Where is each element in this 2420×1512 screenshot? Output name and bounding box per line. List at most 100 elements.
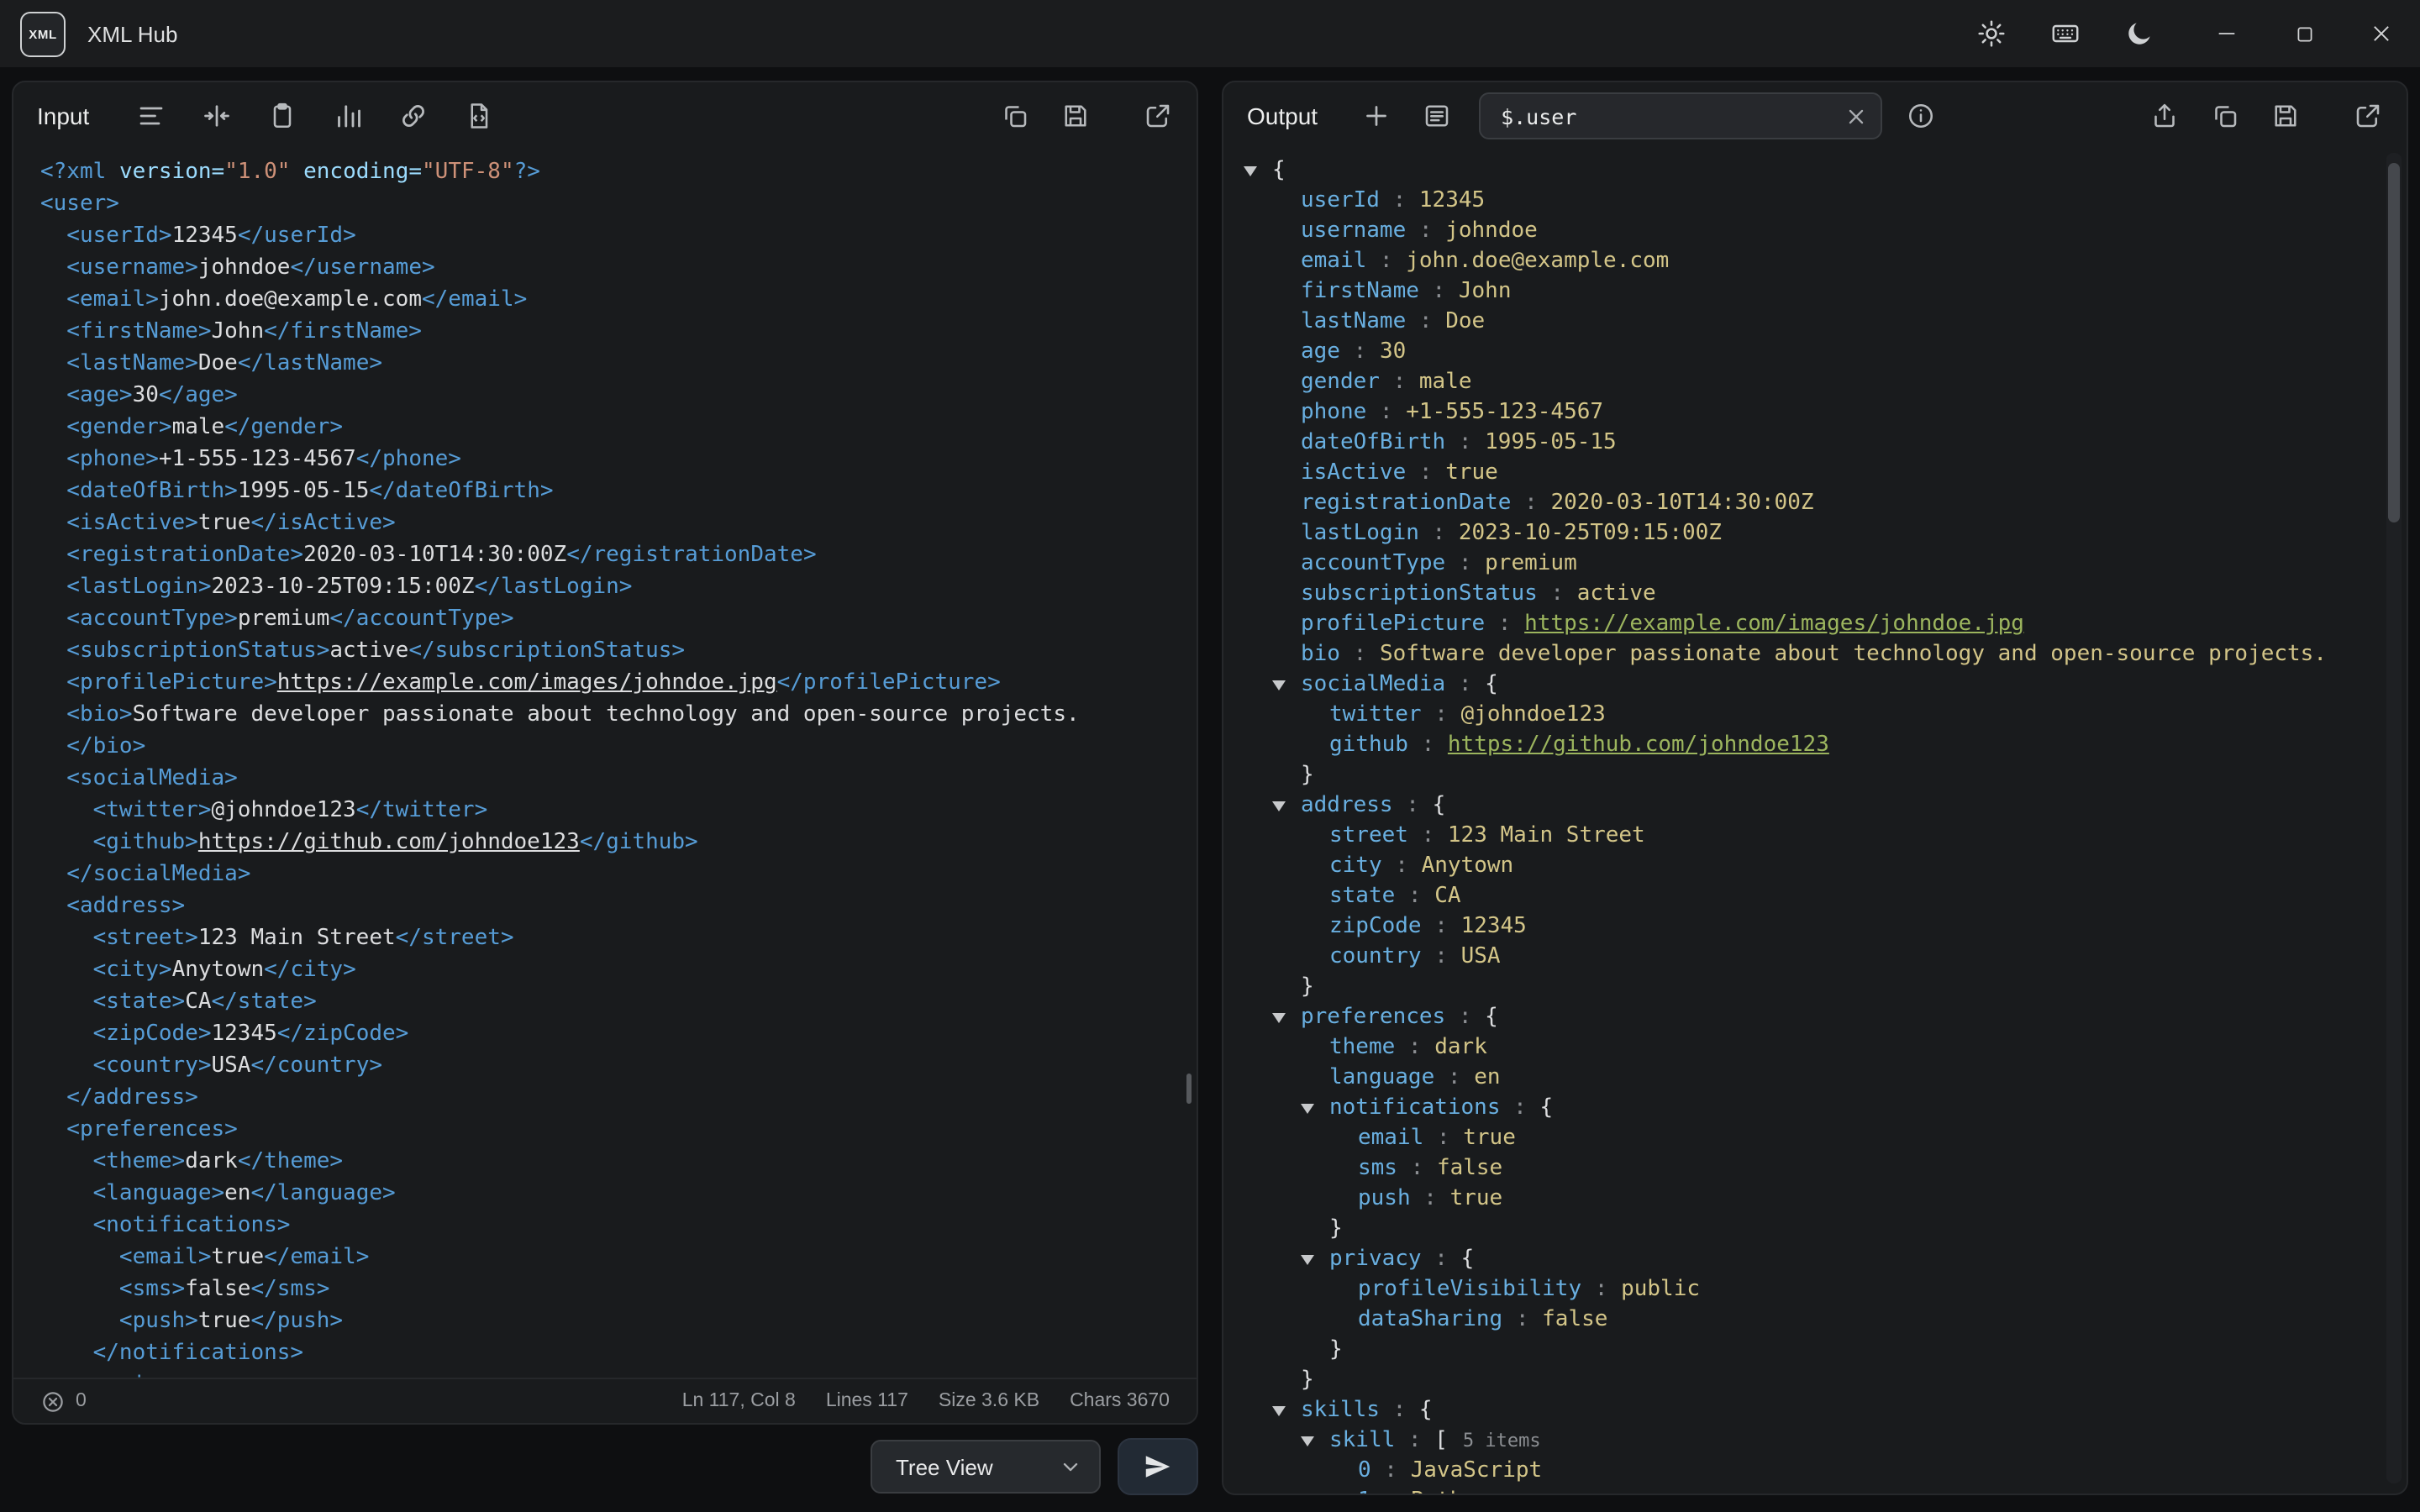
error-count: 0 xyxy=(76,1391,87,1411)
tree-value: active xyxy=(1577,581,1656,606)
info-icon[interactable] xyxy=(1906,101,1936,131)
tree-value: JavaScript xyxy=(1411,1458,1543,1483)
save-icon[interactable] xyxy=(2270,101,2301,131)
collapse-arrow-icon[interactable] xyxy=(1272,1013,1301,1023)
tree-key: age xyxy=(1301,339,1340,365)
tree-row: theme : dark xyxy=(1223,1033,2383,1063)
view-mode-select[interactable]: Tree View xyxy=(871,1440,1101,1494)
tree-key: privacy xyxy=(1329,1247,1422,1272)
tree-key: phone xyxy=(1301,400,1366,425)
query-input[interactable] xyxy=(1497,102,1845,130)
settings-icon[interactable] xyxy=(1976,18,2007,49)
error-counter: 0 xyxy=(40,1389,87,1414)
output-scrollbar[interactable] xyxy=(2386,153,2402,1483)
input-scrollbar-thumb[interactable] xyxy=(1186,1074,1192,1104)
output-scrollbar-thumb[interactable] xyxy=(2388,163,2400,522)
paste-icon[interactable] xyxy=(267,101,297,131)
tree-key: bio xyxy=(1301,642,1340,667)
keyboard-icon[interactable] xyxy=(2050,18,2081,49)
expand-icon[interactable] xyxy=(2353,101,2383,131)
tree-row: country : USA xyxy=(1223,942,2383,973)
tree-value: male xyxy=(1419,370,1472,395)
share-icon[interactable] xyxy=(2149,101,2180,131)
stats-icon[interactable] xyxy=(333,101,363,131)
list-view-icon[interactable] xyxy=(1422,101,1452,131)
code-line: <registrationDate>2020-03-10T14:30:00Z</… xyxy=(40,539,1197,571)
maximize-button[interactable] xyxy=(2265,0,2343,67)
tree-row: skill : [5 items xyxy=(1223,1426,2383,1457)
tree-key: push xyxy=(1358,1186,1411,1211)
chevron-down-icon xyxy=(1059,1455,1082,1478)
tree-value-link[interactable]: https://example.com/images/johndoe.jpg xyxy=(1524,612,2024,637)
tree-row: github : https://github.com/johndoe123 xyxy=(1223,731,2383,761)
app-icon: XML xyxy=(20,11,66,56)
tree-key: notifications xyxy=(1329,1095,1501,1121)
tree-key: isActive xyxy=(1301,460,1406,486)
status-chars: Chars 3670 xyxy=(1070,1391,1170,1411)
tree-value: 30 xyxy=(1380,339,1406,365)
collapse-arrow-icon[interactable] xyxy=(1272,801,1301,811)
tree-value: Anytown xyxy=(1422,853,1514,879)
code-line: <sms>false</sms> xyxy=(40,1273,1197,1305)
link-icon[interactable] xyxy=(398,101,429,131)
tree-key: preferences xyxy=(1301,1005,1445,1030)
clear-icon[interactable] xyxy=(1845,105,1867,127)
output-panel-title: Output xyxy=(1247,102,1318,129)
tree-value: CA xyxy=(1434,884,1460,909)
app-title: XML Hub xyxy=(87,21,177,46)
tree-key: profileVisibility xyxy=(1358,1277,1581,1302)
collapse-arrow-icon[interactable] xyxy=(1301,1436,1329,1446)
format-icon[interactable] xyxy=(136,101,166,131)
collapse-arrow-icon[interactable] xyxy=(1301,1104,1329,1114)
file-code-icon[interactable] xyxy=(464,101,494,131)
expand-icon[interactable] xyxy=(1143,101,1173,131)
tree-row: skills : { xyxy=(1223,1396,2383,1426)
collapse-arrow-icon[interactable] xyxy=(1272,680,1301,690)
code-link[interactable]: https://example.com/images/johndoe.jpg xyxy=(277,670,777,696)
code-line: <lastLogin>2023-10-25T09:15:00Z</lastLog… xyxy=(40,571,1197,603)
tree-row: language : en xyxy=(1223,1063,2383,1094)
tree-row: profilePicture : https://example.com/ima… xyxy=(1223,610,2383,640)
collapse-arrow-icon[interactable] xyxy=(1244,166,1272,176)
app-icon-label: XML xyxy=(29,26,56,41)
tree-row: lastLogin : 2023-10-25T09:15:00Z xyxy=(1223,519,2383,549)
tree-row: accountType : premium xyxy=(1223,549,2383,580)
collapse-arrow-icon[interactable] xyxy=(1301,1255,1329,1265)
theme-moon-icon[interactable] xyxy=(2124,18,2154,49)
compress-icon[interactable] xyxy=(202,101,232,131)
code-line: <push>true</push> xyxy=(40,1305,1197,1337)
close-button[interactable] xyxy=(2343,0,2420,67)
view-mode-value: Tree View xyxy=(896,1454,993,1479)
app-window: XML XML Hub xyxy=(0,0,2420,1512)
tree-key: skills xyxy=(1301,1398,1380,1423)
code-line: <firstName>John</firstName> xyxy=(40,316,1197,348)
copy-icon[interactable] xyxy=(1000,101,1030,131)
save-icon[interactable] xyxy=(1060,101,1091,131)
status-ln-col: Ln 117, Col 8 xyxy=(682,1391,796,1411)
tree-value: @johndoe123 xyxy=(1461,702,1606,727)
tree-key: 1 xyxy=(1358,1488,1371,1494)
tree-value: public xyxy=(1621,1277,1700,1302)
tree-value: premium xyxy=(1485,551,1577,576)
errors-icon xyxy=(40,1389,66,1414)
tree-row: gender : male xyxy=(1223,368,2383,398)
xml-code[interactable]: <?xml version="1.0" encoding="UTF-8"?><u… xyxy=(13,150,1197,1378)
copy-icon[interactable] xyxy=(2210,101,2240,131)
tree-key: accountType xyxy=(1301,551,1445,576)
tree-key: twitter xyxy=(1329,702,1422,727)
code-link[interactable]: https://github.com/johndoe123 xyxy=(198,830,580,855)
tree-value-link[interactable]: https://github.com/johndoe123 xyxy=(1448,732,1829,758)
tree-key: firstName xyxy=(1301,279,1419,304)
collapse-arrow-icon[interactable] xyxy=(1272,1406,1301,1416)
tree-row: push : true xyxy=(1223,1184,2383,1215)
convert-button[interactable] xyxy=(1118,1438,1198,1495)
add-icon[interactable] xyxy=(1361,101,1392,131)
code-line: <gender>male</gender> xyxy=(40,412,1197,444)
tree-row: dateOfBirth : 1995-05-15 xyxy=(1223,428,2383,459)
tree-row: { xyxy=(1223,156,2383,186)
tree-key: sms xyxy=(1358,1156,1397,1181)
tree-key: lastName xyxy=(1301,309,1406,334)
output-panel-header: Output xyxy=(1223,82,2407,150)
code-line: <lastName>Doe</lastName> xyxy=(40,348,1197,380)
minimize-button[interactable] xyxy=(2188,0,2265,67)
